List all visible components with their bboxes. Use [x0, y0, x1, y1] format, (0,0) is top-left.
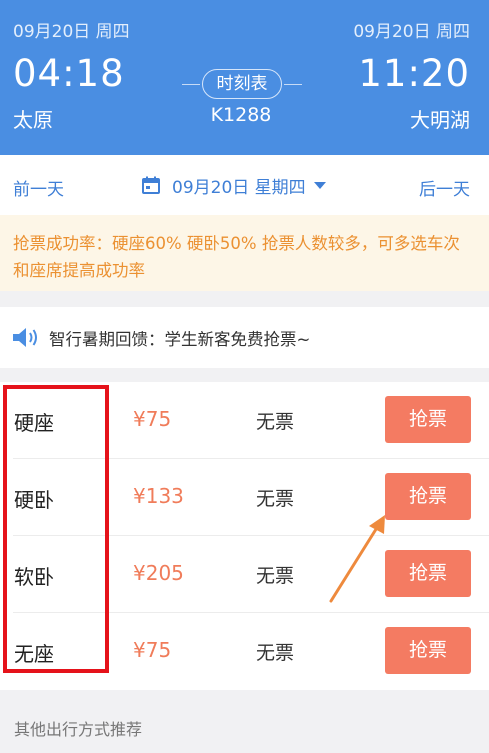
chevron-down-icon: [313, 181, 326, 189]
grab-ticket-button[interactable]: 抢票: [385, 550, 471, 597]
date-navigation: 前一天 09月20日 星期四 后一天: [0, 155, 489, 215]
arrive-time: 11:20: [358, 52, 470, 95]
grab-ticket-button[interactable]: 抢票: [385, 473, 471, 520]
arrive-date: 09月20日 周四: [353, 22, 470, 42]
depart-station: 太原: [13, 108, 53, 132]
depart-time: 04:18: [13, 52, 125, 95]
seat-price: ¥75: [133, 407, 172, 431]
timetable-button[interactable]: 时刻表: [202, 69, 282, 99]
seat-type-highlight-box: [3, 385, 109, 673]
seat-availability: 无票: [256, 565, 295, 587]
calendar-icon: [142, 176, 160, 194]
annotation-arrow: [329, 515, 385, 603]
timetable-control[interactable]: 时刻表: [182, 69, 302, 99]
next-day-button[interactable]: 后一天: [419, 175, 470, 200]
timetable-line-right: [284, 84, 302, 85]
depart-date: 09月20日 周四: [13, 22, 130, 42]
date-picker[interactable]: 09月20日 星期四: [142, 171, 326, 199]
prev-day-button[interactable]: 前一天: [13, 175, 64, 200]
seat-price: ¥205: [133, 561, 184, 585]
train-header: 09月20日 周四 09月20日 周四 04:18 11:20 时刻表 太原 K…: [0, 0, 489, 155]
grab-ticket-button[interactable]: 抢票: [385, 396, 471, 443]
seat-price: ¥75: [133, 638, 172, 662]
arrive-station: 大明湖: [410, 108, 470, 132]
current-date: 09月20日 星期四: [172, 177, 306, 198]
seat-availability: 无票: [256, 488, 295, 510]
promo-banner[interactable]: 智行暑期回馈：学生新客免费抢票~: [0, 307, 489, 368]
grab-ticket-button[interactable]: 抢票: [385, 627, 471, 674]
speaker-icon: [13, 328, 37, 347]
seat-price: ¥133: [133, 484, 184, 508]
success-rate-notice: 抢票成功率：硬座60% 硬卧50% 抢票人数较多，可多选车次和座席提高成功率: [0, 215, 489, 291]
train-number: K1288: [210, 104, 272, 126]
promo-text: 智行暑期回馈：学生新客免费抢票~: [49, 330, 311, 349]
seat-availability: 无票: [256, 411, 295, 433]
other-travel-title: 其他出行方式推荐: [14, 720, 143, 739]
seat-availability: 无票: [256, 642, 295, 664]
timetable-line-left: [182, 84, 200, 85]
